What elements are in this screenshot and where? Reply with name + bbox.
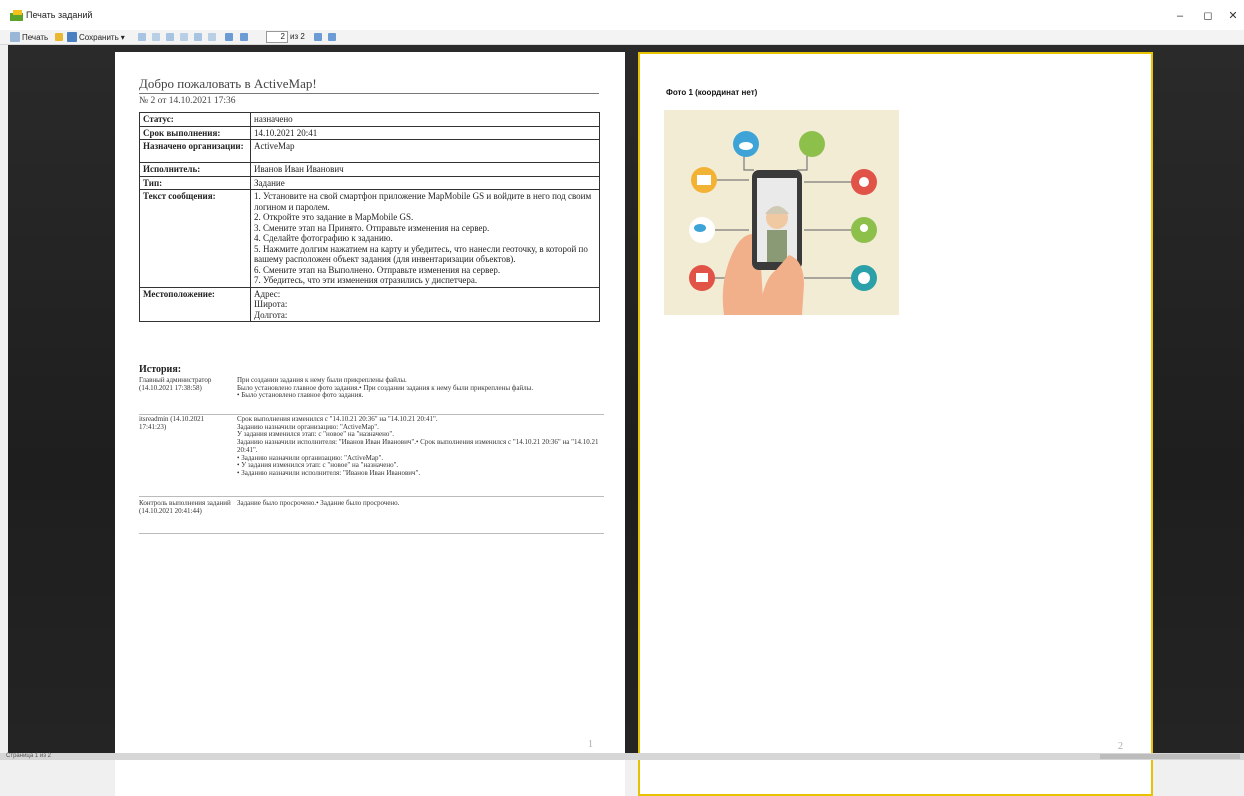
table-row: Тип: Задание [139, 175, 600, 190]
history-line: Заданию назначили исполнителя: "Иванов И… [237, 438, 599, 454]
history-line: • Было установлено главное фото задания. [237, 391, 364, 400]
phone-illustration [664, 110, 899, 315]
history-author: Контроль выполнения заданий (14.10.2021 … [139, 499, 231, 515]
printer-icon [10, 32, 20, 42]
preview-area[interactable]: Добро пожаловать в ActiveMap! № 2 от 14.… [8, 45, 1244, 796]
zoom-slider[interactable] [1100, 754, 1240, 759]
row-key: Срок выполнения: [139, 125, 251, 140]
title-bar: Печать заданий – ◻ ✕ [0, 0, 1244, 30]
history-line: Задание было просрочено.• Задание было п… [237, 499, 400, 507]
minimize-button[interactable]: – [1165, 6, 1195, 26]
chevron-down-icon: ▾ [120, 32, 125, 42]
task-info-table: Статус: назначено Срок выполнения: 14.10… [139, 112, 600, 322]
history-title: История: [139, 364, 182, 375]
document-title: Добро пожаловать в ActiveMap! [139, 76, 317, 91]
next-page-icon[interactable] [314, 33, 322, 41]
table-row: Назначено организации: ActiveMap [139, 139, 600, 163]
table-row: Срок выполнения: 14.10.2021 20:41 [139, 125, 600, 140]
row-value: Задание [250, 175, 600, 190]
row-key: Назначено организации: [139, 139, 251, 163]
history-text: Задание было просрочено.• Задание было п… [237, 499, 607, 508]
row-key: Тип: [139, 175, 251, 190]
print-button[interactable]: Печать [10, 31, 48, 43]
row-key: Исполнитель: [139, 162, 251, 177]
history-entry: Главный администратор (14.10.2021 17:38:… [139, 376, 607, 413]
page-number: 1 [588, 739, 593, 750]
document-subtitle: № 2 от 14.10.2021 17:36 [139, 96, 236, 106]
save-label: Сохранить [79, 32, 119, 42]
history-entry: itsreadmin (14.10.2021 17:41:23) Срок вы… [139, 415, 607, 496]
history-author: Главный администратор (14.10.2021 17:38:… [139, 376, 212, 392]
photo-title: Фото 1 (координат нет) [666, 88, 758, 97]
message-line: 5. Нажмите долгим нажатием на карту и уб… [254, 243, 588, 265]
status-text: Страница 1 из 2 [6, 753, 51, 759]
app-icon [10, 10, 23, 21]
history-author: itsreadmin (14.10.2021 17:41:23) [139, 415, 205, 431]
zoom-icon[interactable] [152, 33, 160, 41]
latitude-label: Широта: [254, 299, 288, 309]
close-button[interactable]: ✕ [1218, 6, 1244, 26]
title-underline [139, 93, 599, 94]
save-icon [67, 32, 77, 42]
first-page-icon[interactable] [225, 33, 233, 41]
row-value: 14.10.2021 20:41 [250, 125, 600, 140]
row-value: ActiveMap [250, 139, 600, 163]
row-value: назначено [250, 112, 600, 127]
multi-page-icon[interactable] [194, 33, 202, 41]
save-button[interactable]: Сохранить ▾ [67, 31, 125, 43]
page-setup-icon[interactable] [138, 33, 146, 41]
row-key: Местоположение: [139, 286, 251, 322]
prev-page-icon[interactable] [240, 33, 248, 41]
message-text: 1. Установите на свой смартфон приложени… [250, 189, 600, 288]
table-row: Статус: назначено [139, 112, 600, 127]
message-line: 2. Откройте это задание в MapMobile GS. [254, 212, 414, 222]
history-text: При создании задания к нему были прикреп… [237, 376, 607, 400]
window-title: Печать заданий [26, 10, 93, 20]
message-line: 1. Установите на свой смартфон приложени… [254, 191, 592, 212]
last-page-icon[interactable] [328, 33, 336, 41]
message-line: 6. Смените этап на Выполнено. Отправьте … [254, 264, 501, 275]
task-photo [664, 110, 899, 315]
thumbnails-icon[interactable] [208, 33, 216, 41]
open-icon[interactable] [55, 33, 63, 41]
table-row: Местоположение: Адрес: Широта: Долгота: [139, 286, 600, 322]
location-values: Адрес: Широта: Долгота: [250, 286, 600, 322]
one-page-icon[interactable] [166, 33, 174, 41]
history-entry: Контроль выполнения заданий (14.10.2021 … [139, 499, 607, 532]
history-divider [139, 533, 604, 534]
row-key: Текст сообщения: [139, 189, 251, 288]
row-key: Статус: [139, 112, 251, 127]
status-bar: Страница 1 из 2 [0, 753, 1244, 760]
table-row: Текст сообщения: 1. Установите на свой с… [139, 189, 600, 288]
message-line: 3. Смените этап на Принято. Отправьте из… [254, 222, 490, 233]
history-divider [139, 496, 604, 497]
two-pages-icon[interactable] [180, 33, 188, 41]
page-number-input[interactable]: 2 [266, 31, 288, 43]
longitude-label: Долгота: [254, 309, 288, 320]
history-text: Срок выполнения изменился с "14.10.21 20… [237, 415, 607, 478]
row-value: Иванов Иван Иванович [250, 162, 600, 177]
page-1: Добро пожаловать в ActiveMap! № 2 от 14.… [115, 52, 625, 796]
print-label: Печать [22, 32, 49, 42]
page-2: Фото 1 (координат нет) 2 [638, 52, 1153, 796]
toolbar: Печать Сохранить ▾ 2 из 2 [0, 30, 1244, 45]
page-count-label: из 2 [290, 32, 305, 41]
message-line: 4. Сделайте фотографию к заданию. [254, 233, 393, 243]
address-label: Адрес: [254, 288, 281, 299]
message-line: 7. Убедитесь, что эти изменения отразили… [254, 275, 478, 285]
history-line: • Заданию назначили исполнителя: "Иванов… [237, 468, 421, 477]
page-number: 2 [1118, 741, 1123, 752]
table-row: Исполнитель: Иванов Иван Иванович [139, 162, 600, 177]
